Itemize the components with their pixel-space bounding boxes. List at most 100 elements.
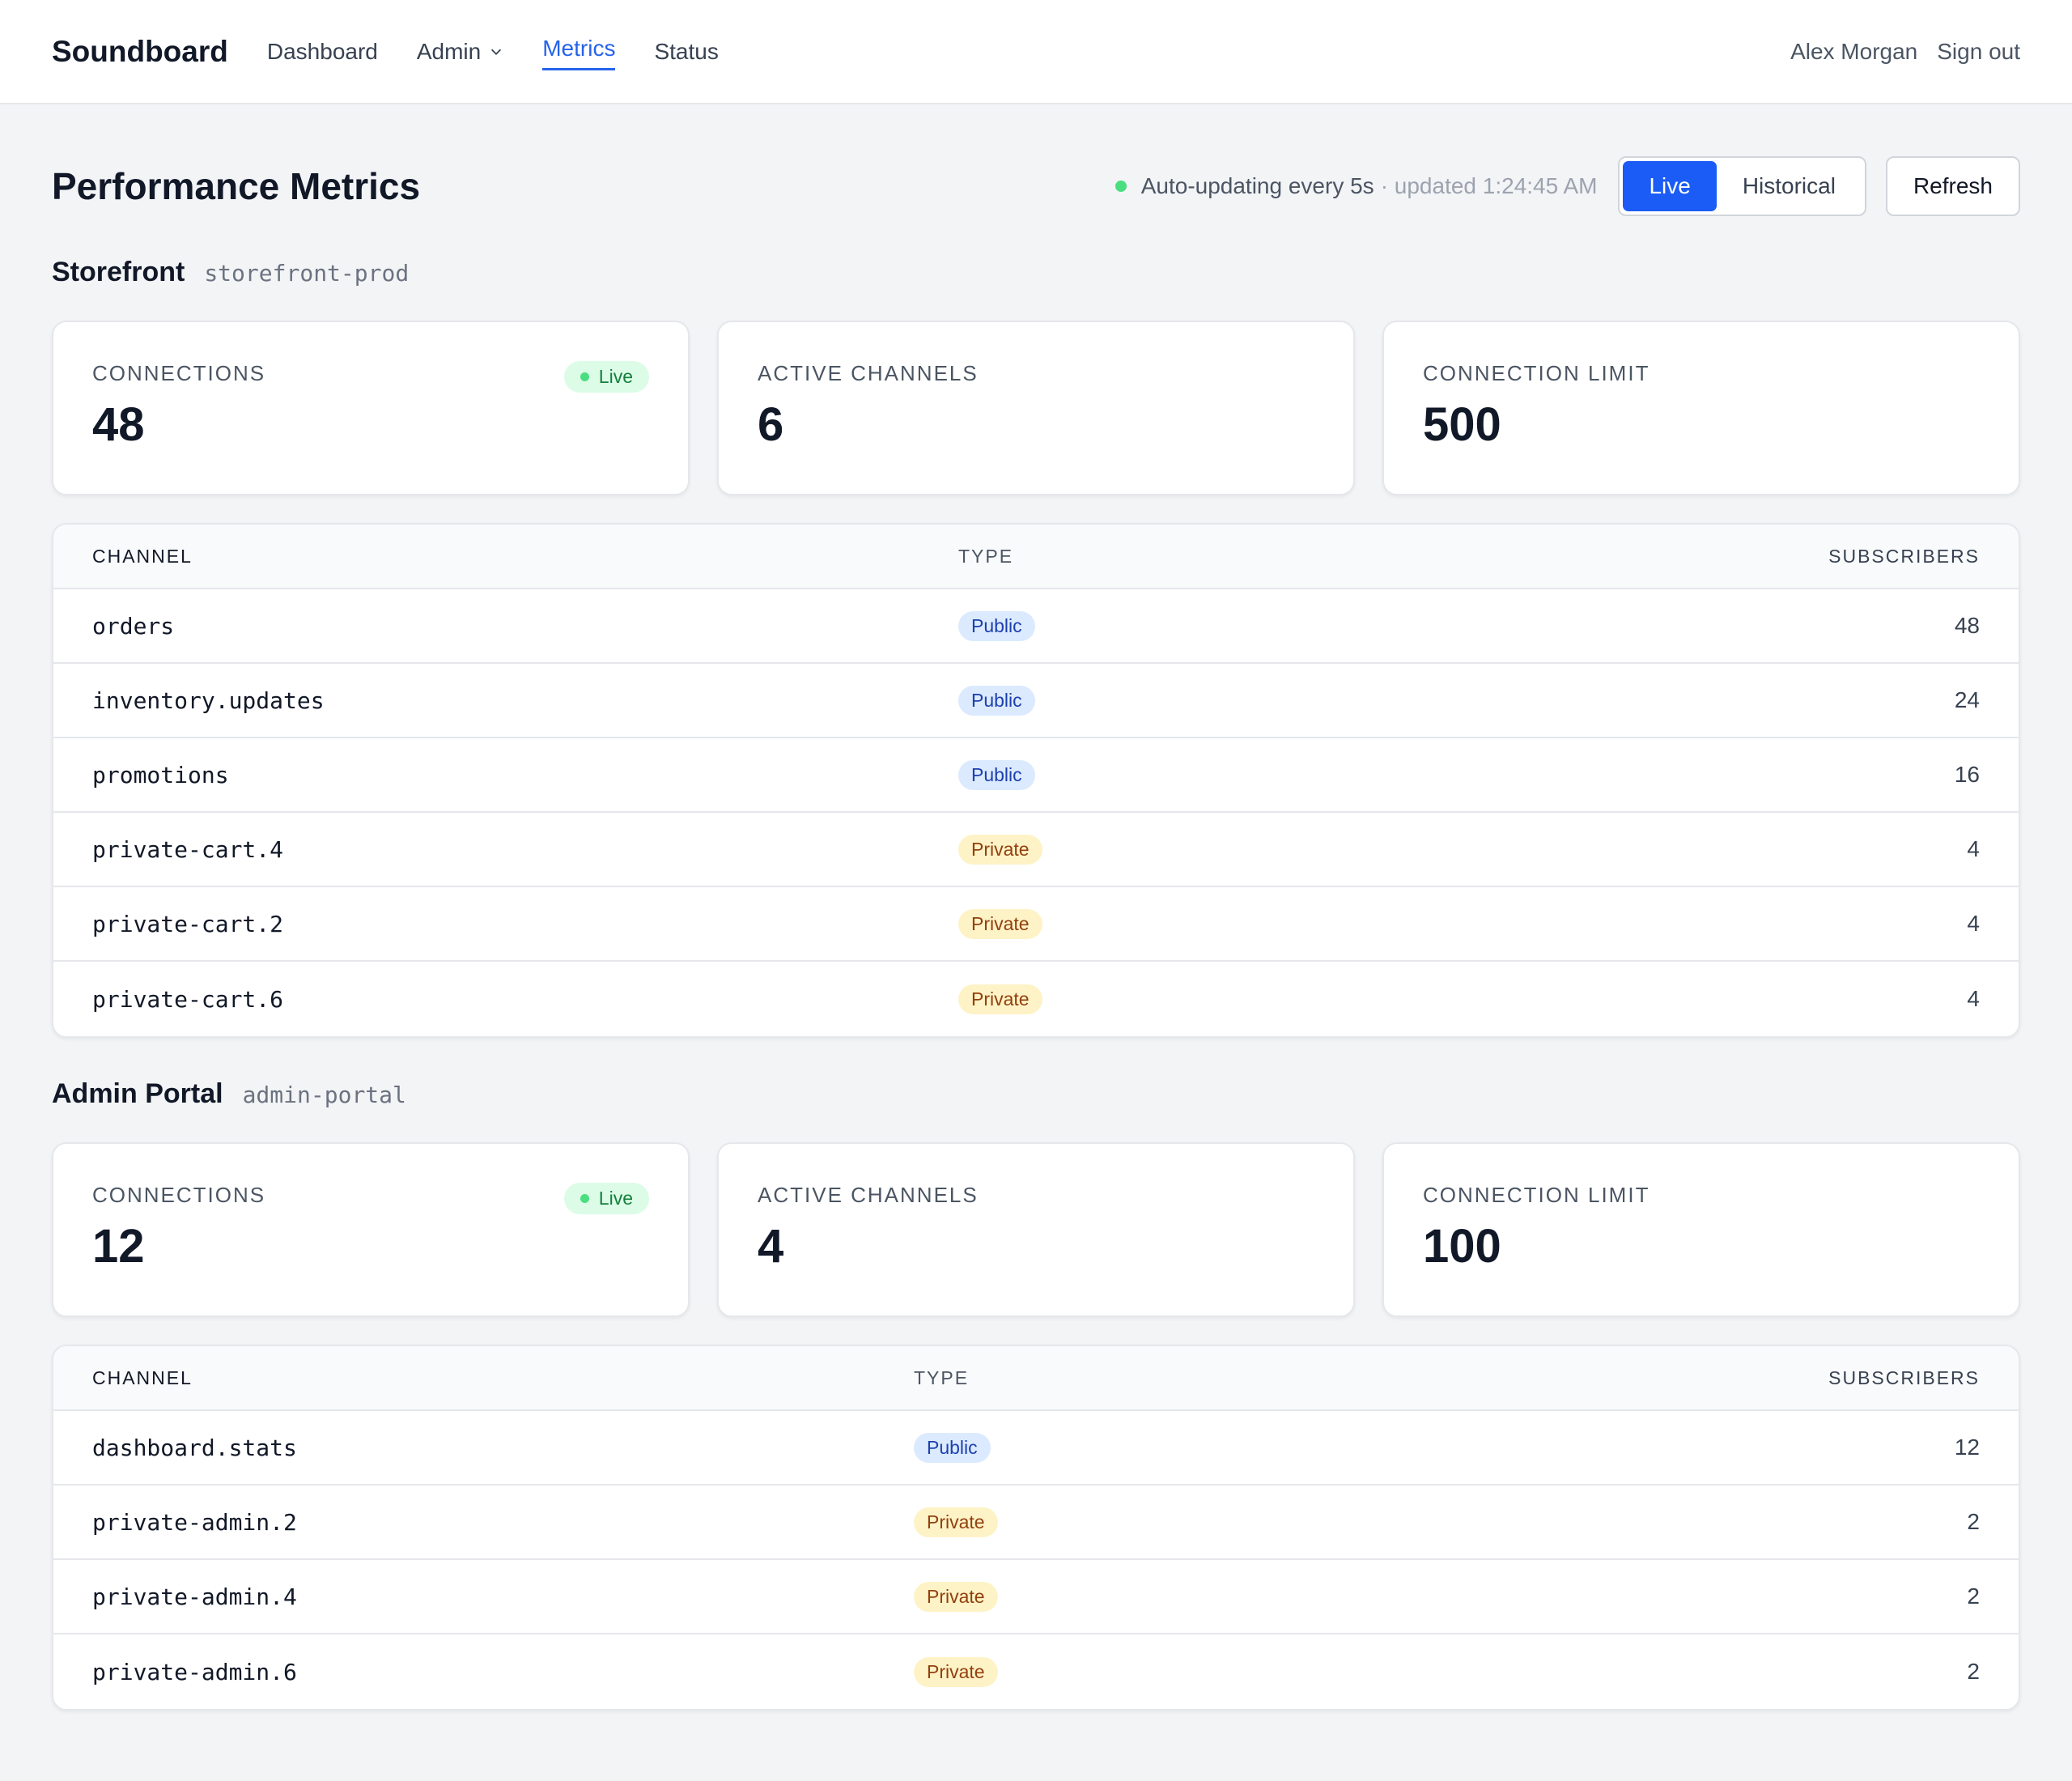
column-header-subscribers[interactable]: SUBSCRIBERS [1818, 546, 1980, 567]
table-row[interactable]: private-admin.4 Private 2 [53, 1560, 2019, 1634]
subscriber-count: 16 [1954, 762, 1980, 787]
connection-limit-card: CONNECTION LIMIT 100 [1382, 1142, 2020, 1317]
type-badge: Private [958, 908, 1042, 939]
active-channels-card: ACTIVE CHANNELS 6 [717, 321, 1355, 495]
table-row[interactable]: private-admin.2 Private 2 [53, 1486, 2019, 1560]
table-row[interactable]: private-cart.2 Private 4 [53, 887, 2019, 962]
table-row[interactable]: private-admin.6 Private 2 [53, 1634, 2019, 1709]
channels-table: CHANNEL TYPE SUBSCRIBERS dashboard.stats… [52, 1345, 2020, 1711]
table-row[interactable]: private-cart.6 Private 4 [53, 962, 2019, 1036]
page-title: Performance Metrics [52, 165, 421, 207]
card-label: CONNECTION LIMIT [1423, 361, 1650, 385]
type-badge: Private [914, 1581, 998, 1612]
live-dot-icon [580, 372, 589, 381]
table-row[interactable]: dashboard.stats Public 12 [53, 1411, 2019, 1486]
top-nav: Soundboard Dashboard Admin Metrics Statu… [0, 0, 2072, 104]
subscriber-count: 48 [1954, 613, 1980, 638]
channel-name: private-cart.2 [92, 910, 284, 937]
table-row[interactable]: promotions Public 16 [53, 738, 2019, 813]
connections-card: CONNECTIONS 48 Live [52, 321, 690, 495]
table-header: CHANNEL TYPE SUBSCRIBERS [53, 1346, 2019, 1411]
type-badge: Public [958, 610, 1035, 641]
nav-link-admin[interactable]: Admin [417, 0, 503, 103]
card-value: 48 [92, 398, 145, 451]
live-badge-label: Live [598, 366, 633, 387]
metric-cards: CONNECTIONS 12 Live ACTIVE CHANNELS 4 CO… [52, 1142, 2020, 1317]
section-slug: admin-portal [242, 1082, 406, 1108]
section-slug: storefront-prod [204, 260, 410, 287]
auto-update-text: Auto-updating every 5s [1140, 173, 1374, 198]
metric-cards: CONNECTIONS 48 Live ACTIVE CHANNELS 6 CO… [52, 321, 2020, 495]
connection-limit-card: CONNECTION LIMIT 500 [1382, 321, 2020, 495]
subscriber-count: 4 [1967, 911, 1980, 936]
historical-mode-button[interactable]: Historical [1717, 161, 1862, 211]
channel-name: private-admin.6 [92, 1658, 297, 1685]
channel-name: private-cart.6 [92, 985, 284, 1013]
card-value: 12 [92, 1220, 145, 1273]
page-header: Performance Metrics Auto-updating every … [52, 156, 2020, 216]
channel-name: dashboard.stats [92, 1434, 297, 1461]
column-header-subscribers[interactable]: SUBSCRIBERS [1818, 1367, 1980, 1389]
card-value: 4 [758, 1220, 784, 1273]
type-badge: Private [914, 1507, 998, 1537]
subscriber-count: 4 [1967, 986, 1980, 1011]
table-row[interactable]: orders Public 48 [53, 589, 2019, 664]
column-header-channel[interactable]: CHANNEL [92, 1367, 914, 1389]
type-badge: Public [958, 685, 1035, 716]
subscriber-count: 24 [1954, 687, 1980, 712]
card-label: CONNECTION LIMIT [1423, 1183, 1650, 1207]
subscriber-count: 2 [1967, 1583, 1980, 1609]
nav-link-status[interactable]: Status [654, 0, 718, 103]
section-header: Storefront storefront-prod [52, 257, 2020, 288]
channel-name: orders [92, 612, 175, 640]
subscriber-count: 4 [1967, 836, 1980, 861]
subscriber-count: 2 [1967, 1659, 1980, 1684]
column-header-type[interactable]: TYPE [914, 1367, 1818, 1389]
card-label: ACTIVE CHANNELS [758, 361, 979, 385]
live-dot-icon [580, 1194, 589, 1203]
channel-name: private-admin.4 [92, 1583, 297, 1610]
app-section-admin-portal: Admin Portal admin-portal CONNECTIONS 12… [52, 1078, 2020, 1711]
channels-table: CHANNEL TYPE SUBSCRIBERS orders Public 4… [52, 523, 2020, 1038]
card-label: ACTIVE CHANNELS [758, 1183, 979, 1207]
refresh-button[interactable]: Refresh [1885, 156, 2020, 216]
live-status-dot-icon [1115, 181, 1127, 192]
sign-out-link[interactable]: Sign out [1937, 39, 2020, 65]
section-title: Storefront [52, 257, 185, 287]
nav-link-metrics[interactable]: Metrics [542, 0, 616, 103]
nav-link-dashboard[interactable]: Dashboard [267, 0, 378, 103]
channel-name: promotions [92, 761, 229, 788]
channel-name: inventory.updates [92, 686, 325, 714]
column-header-type[interactable]: TYPE [958, 546, 1818, 567]
connections-card: CONNECTIONS 12 Live [52, 1142, 690, 1317]
table-header: CHANNEL TYPE SUBSCRIBERS [53, 525, 2019, 589]
main-content: Performance Metrics Auto-updating every … [0, 156, 2072, 1711]
card-value: 6 [758, 398, 784, 451]
type-badge: Private [914, 1656, 998, 1687]
nav-user-area: Alex Morgan Sign out [1790, 39, 2020, 65]
type-badge: Public [914, 1432, 991, 1463]
live-badge-label: Live [598, 1188, 633, 1209]
header-controls: Auto-updating every 5s · updated 1:24:45… [1115, 156, 2020, 216]
table-row[interactable]: inventory.updates Public 24 [53, 664, 2019, 738]
mode-toggle: Live Historical [1618, 156, 1866, 216]
subscriber-count: 12 [1954, 1435, 1980, 1460]
last-updated-text: · updated 1:24:45 AM [1380, 173, 1598, 198]
auto-update-status: Auto-updating every 5s · updated 1:24:45… [1115, 173, 1598, 199]
app-section-storefront: Storefront storefront-prod CONNECTIONS 4… [52, 257, 2020, 1038]
nav-links: Dashboard Admin Metrics Status [267, 0, 719, 103]
table-row[interactable]: private-cart.4 Private 4 [53, 813, 2019, 887]
channel-name: private-admin.2 [92, 1508, 297, 1536]
live-mode-button[interactable]: Live [1623, 161, 1717, 211]
brand-logo[interactable]: Soundboard [52, 35, 228, 69]
type-badge: Private [958, 834, 1042, 865]
chevron-down-icon [491, 49, 502, 55]
card-value: 100 [1423, 1220, 1501, 1273]
card-value: 500 [1423, 398, 1501, 451]
type-badge: Public [958, 759, 1035, 790]
column-header-channel[interactable]: CHANNEL [92, 546, 958, 567]
active-channels-card: ACTIVE CHANNELS 4 [717, 1142, 1355, 1317]
live-badge: Live [563, 361, 649, 393]
channel-name: private-cart.4 [92, 835, 284, 863]
user-name: Alex Morgan [1790, 38, 1918, 64]
